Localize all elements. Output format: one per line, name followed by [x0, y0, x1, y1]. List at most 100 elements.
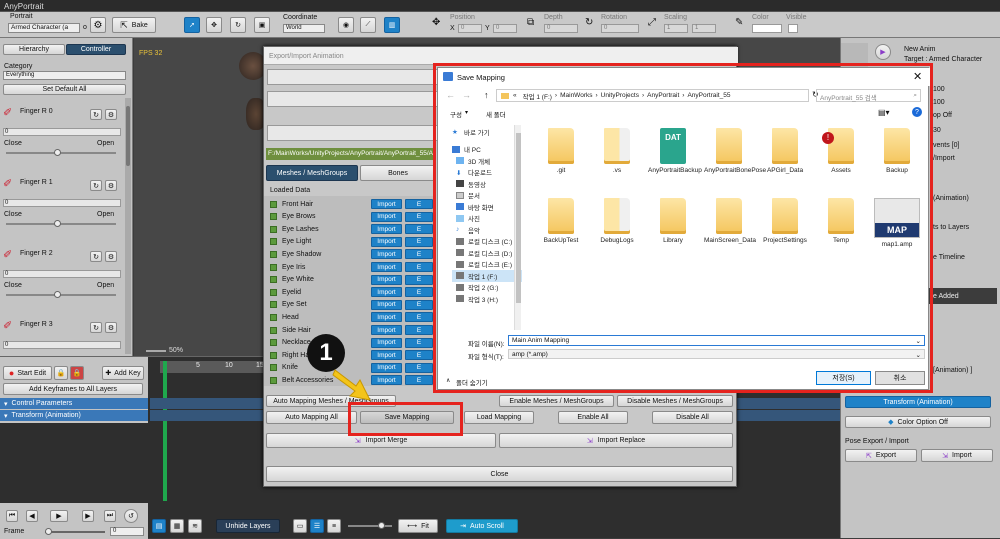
first-frame-button[interactable]: ⏮ — [6, 510, 18, 522]
scaling-x-field[interactable]: 1 — [664, 24, 688, 33]
color-swatch[interactable] — [752, 24, 782, 33]
position-y-field[interactable]: 0 — [493, 24, 517, 33]
tree-item[interactable]: 사진 — [452, 213, 522, 225]
layer-view-button[interactable]: ▦ — [170, 519, 184, 533]
tree-item[interactable]: 동영상 — [452, 178, 522, 190]
loop-button[interactable]: ↺ — [124, 509, 138, 523]
file-item[interactable]: ProjectSettings — [760, 198, 810, 244]
mesh-target-button[interactable]: E — [405, 199, 433, 209]
fit-button[interactable]: ⟷ Fit — [398, 519, 438, 533]
mesh-import-button[interactable]: Import — [371, 274, 402, 285]
file-item[interactable]: DAT AnyPortraitBackup — [648, 128, 702, 174]
row-size-small-button[interactable]: ▭ — [293, 519, 307, 533]
new-folder-button[interactable]: 새 폴더 — [486, 109, 506, 119]
file-item[interactable]: .git — [536, 128, 586, 174]
tree-item[interactable]: 작업 2 (G:) — [452, 282, 522, 294]
filetype-select[interactable]: amp (*.amp) ⌄ — [508, 349, 925, 359]
slider-knob[interactable] — [54, 291, 61, 298]
gear-button[interactable]: ⚙ — [105, 322, 117, 333]
file-item[interactable]: Backup — [872, 128, 922, 174]
rotate-tool-button[interactable]: ↻ — [230, 17, 246, 33]
file-item[interactable]: Temp — [816, 198, 866, 244]
frame-slider[interactable] — [45, 528, 105, 535]
import-replace-button[interactable]: ⇲ Import Replace — [499, 433, 733, 448]
forward-icon[interactable]: → — [462, 90, 471, 100]
select-tool-button[interactable]: ➚ — [184, 17, 200, 33]
mesh-enabled-checkbox[interactable] — [270, 213, 277, 221]
tree-item[interactable]: 문서 — [452, 190, 522, 202]
enable-meshes-button[interactable]: Enable Meshes / MeshGroups — [499, 395, 614, 407]
next-frame-button[interactable]: ▶ — [82, 510, 94, 522]
search-field[interactable]: AnyPortrait_55 검색 ⌕ — [816, 89, 921, 102]
play-button[interactable]: ▶ — [50, 510, 68, 522]
play-anim-button[interactable]: ▶ — [875, 44, 891, 60]
view-options-icon[interactable]: ▤▾ — [878, 108, 890, 117]
onion-button[interactable]: ◉ — [338, 17, 354, 33]
start-edit-button[interactable]: ● Start Edit — [3, 366, 52, 380]
finger-value-field[interactable]: 0 — [3, 128, 121, 136]
gear-button[interactable]: ⚙ — [105, 180, 117, 191]
position-x-field[interactable]: 0 — [458, 24, 482, 33]
transform-animation-button[interactable]: Transform (Animation) — [845, 396, 991, 408]
address-bar[interactable]: « 작업 1 (F:) › MainWorks › UnityProjects › A… — [496, 89, 809, 102]
file-item[interactable]: MAP map1.amp — [872, 198, 922, 248]
mesh-enabled-checkbox[interactable] — [270, 238, 277, 246]
mesh-import-button[interactable]: Import — [371, 199, 402, 209]
finger-value-field[interactable]: 0 — [3, 270, 121, 278]
mesh-enabled-checkbox[interactable] — [270, 263, 277, 271]
bake-button[interactable]: ⇱ Bake — [112, 17, 156, 33]
mesh-target-button[interactable]: E — [405, 274, 433, 285]
mesh-target-button[interactable]: E — [405, 262, 433, 272]
gear-button[interactable]: ⚙ — [105, 251, 117, 262]
color-option-button[interactable]: ◆ Color Option Off — [845, 416, 991, 428]
category-select[interactable]: Everything — [3, 71, 126, 80]
left-scrollbar[interactable] — [125, 98, 131, 354]
last-frame-button[interactable]: ⏭ — [104, 510, 116, 522]
reset-button[interactable]: ↻ — [90, 251, 102, 262]
close-icon[interactable]: ✕ — [913, 70, 922, 83]
tree-scrollbar[interactable] — [514, 125, 521, 330]
tree-item-selected[interactable]: 작업 1 (F:) — [452, 270, 522, 282]
tab-controller[interactable]: Controller — [66, 44, 126, 55]
tab-hierarchy[interactable]: Hierarchy — [3, 44, 65, 55]
mesh-enabled-checkbox[interactable] — [270, 250, 277, 258]
mesh-target-button[interactable]: E — [405, 350, 433, 361]
tab-meshes-meshgroups[interactable]: Meshes / MeshGroups — [266, 165, 358, 181]
mesh-target-button[interactable]: E — [405, 287, 433, 298]
mesh-enabled-checkbox[interactable] — [270, 276, 277, 284]
organize-menu[interactable]: 구성 — [450, 109, 462, 119]
mesh-view-button[interactable]: ▥ — [384, 17, 400, 33]
mesh-target-button[interactable]: E — [405, 362, 433, 373]
auto-mapping-all-button[interactable]: Auto Mapping All — [266, 411, 357, 424]
mesh-import-button[interactable]: Import — [371, 249, 402, 260]
set-default-all-button[interactable]: Set Default All — [3, 84, 126, 95]
tree-item[interactable]: 3D 개체 — [452, 155, 522, 167]
file-item[interactable]: BackUpTest — [536, 198, 586, 244]
scaling-y-field[interactable]: 1 — [692, 24, 716, 33]
finger-slider[interactable] — [6, 291, 116, 298]
mesh-enabled-checkbox[interactable] — [270, 376, 277, 384]
slider-knob[interactable] — [54, 149, 61, 156]
row-size-large-button[interactable]: ≡ — [327, 519, 341, 533]
frame-field[interactable]: 0 — [110, 527, 144, 536]
tree-item[interactable]: 내 PC — [452, 144, 522, 156]
help-icon[interactable]: ? — [912, 107, 922, 117]
mesh-enabled-checkbox[interactable] — [270, 313, 277, 321]
tree-item[interactable]: 로컬 디스크 (C:) — [452, 236, 522, 248]
layer-lock-button[interactable]: 🔒 — [70, 366, 84, 380]
bone-view-button[interactable]: ⟋ — [360, 17, 376, 33]
up-icon[interactable]: ↑ — [484, 90, 489, 100]
add-key-button[interactable]: ✚ Add Key — [102, 366, 144, 380]
filename-input[interactable]: Main Anim Mapping ⌄ — [508, 335, 925, 346]
tree-item[interactable]: ★ 바로 가기 — [452, 126, 522, 138]
file-item[interactable]: MainScreen_Data — [704, 198, 756, 244]
prev-frame-button[interactable]: ◀ — [26, 510, 38, 522]
mesh-enabled-checkbox[interactable] — [270, 301, 277, 309]
file-item[interactable]: APGirl_Data — [760, 128, 810, 174]
tree-item[interactable]: ♪ 음악 — [452, 224, 522, 236]
mesh-enabled-checkbox[interactable] — [270, 326, 277, 334]
mesh-import-button[interactable]: Import — [371, 299, 402, 310]
back-icon[interactable]: ← — [446, 90, 455, 100]
pose-import-button[interactable]: ⇲ Import — [921, 449, 993, 462]
tree-item[interactable]: ⬇ 다운로드 — [452, 167, 522, 179]
